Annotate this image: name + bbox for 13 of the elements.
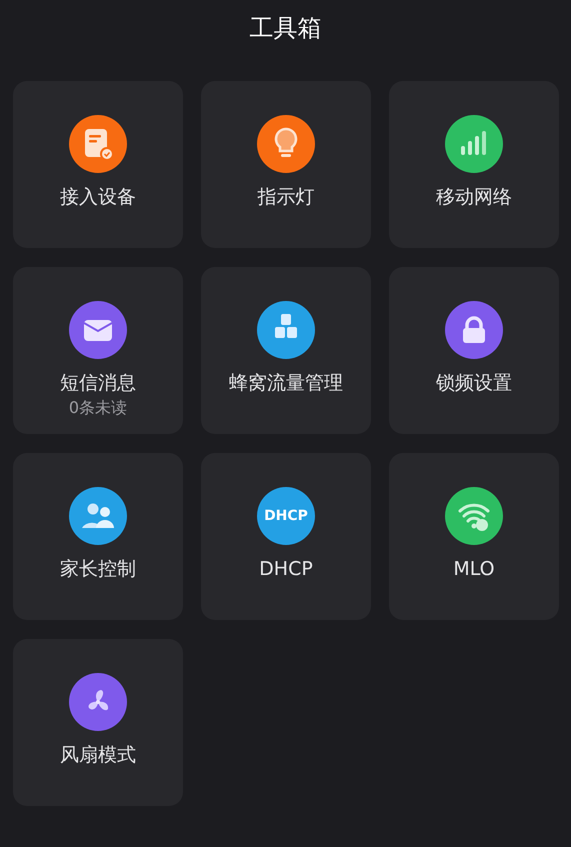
tool-tile[interactable]: MLO [389,453,559,620]
tool-tile[interactable]: 锁频设置 [389,267,559,434]
dhcp-icon: DHCP [257,487,315,545]
tool-tile[interactable]: 移动网络 [389,81,559,248]
tool-tile[interactable]: 风扇模式 [13,639,183,806]
unread-count: 0条未读 [68,397,128,419]
page-title: 工具箱 [250,13,322,44]
tool-tile[interactable]: 短信消息 0条未读 [13,267,183,434]
tool-tile[interactable]: DHCP DHCP [201,453,371,620]
tool-tile[interactable]: 接入设备 [13,81,183,248]
tool-tile[interactable]: 指示灯 [201,81,371,248]
tool-tile[interactable]: 家长控制 [13,453,183,620]
tool-tile[interactable]: 蜂窝流量管理 [201,267,371,434]
